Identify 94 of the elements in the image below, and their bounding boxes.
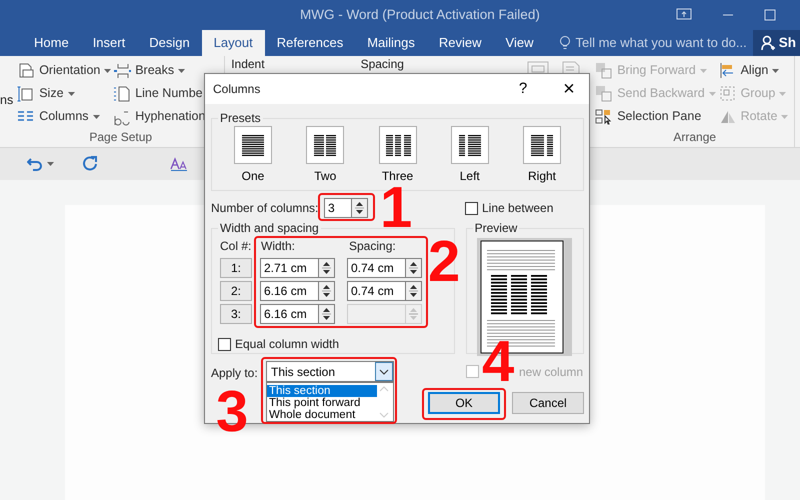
number-field[interactable]: 3 <box>324 198 351 218</box>
ribbon-tab[interactable]: Review <box>426 30 494 56</box>
spin-arrows-icon <box>409 307 418 321</box>
group-icon <box>718 84 737 102</box>
line-between-option[interactable]: Line between <box>465 199 584 217</box>
column-number-button[interactable]: 1: <box>220 258 252 278</box>
size-button[interactable]: Size <box>17 82 114 105</box>
preset-option[interactable]: One <box>234 126 272 185</box>
spin-arrows-icon <box>322 261 331 275</box>
ribbon-tab[interactable]: View <box>494 30 546 56</box>
spin-arrows-icon <box>322 284 331 298</box>
apply-to-dropdown[interactable]: This section <box>266 361 394 382</box>
person-icon <box>760 35 775 51</box>
share-button[interactable]: Sh <box>752 30 800 56</box>
help-button[interactable]: ? <box>515 78 531 100</box>
dropdown-option[interactable]: This section <box>267 385 377 397</box>
field-label: Number of columns: <box>211 200 320 217</box>
size-icon <box>17 84 36 102</box>
breaks-button[interactable]: Breaks <box>113 59 224 82</box>
ribbon-label: ns <box>0 92 14 109</box>
right-column-icon <box>523 126 561 164</box>
ribbon-tab[interactable]: Insert <box>80 30 138 56</box>
ribbon-tab[interactable]: Layout <box>202 30 265 56</box>
align-button[interactable]: Align <box>718 59 794 82</box>
column-header: Spacing: <box>348 238 396 255</box>
caret-icon[interactable] <box>47 162 54 166</box>
spin-control[interactable] <box>351 198 368 218</box>
step-number: 1 <box>380 186 412 230</box>
spin-arrows-icon <box>322 307 331 321</box>
column-number-button[interactable]: 3: <box>220 304 252 324</box>
dialog-button[interactable]: OK <box>428 392 500 414</box>
ribbon-tab[interactable]: Design <box>137 30 202 56</box>
line-numbers-icon <box>113 84 132 102</box>
breaks-icon <box>113 62 132 80</box>
orientation-icon <box>17 62 36 80</box>
checkbox[interactable] <box>218 338 231 350</box>
spin-control[interactable] <box>405 258 422 278</box>
preset-option[interactable]: Right <box>523 126 561 185</box>
spin-arrows-icon <box>409 284 418 298</box>
close-button[interactable]: × <box>559 79 579 99</box>
spin-control[interactable] <box>318 304 335 324</box>
panel-label: Width and spacing <box>219 221 320 235</box>
highlight-frame <box>318 193 375 221</box>
three-column-icon <box>378 126 416 164</box>
spin-control[interactable] <box>318 258 335 278</box>
selection-pane-button[interactable]: Selection Pane <box>595 105 719 128</box>
ribbon-display-icon[interactable] <box>676 8 692 22</box>
text-style-icon[interactable] <box>170 157 188 171</box>
left-column-icon <box>450 126 489 164</box>
send-backward-icon <box>595 84 614 102</box>
orientation-button[interactable]: Orientation <box>17 59 114 82</box>
checkbox[interactable] <box>465 202 478 214</box>
number-field[interactable]: 2.71 cm <box>260 258 318 278</box>
columns-button[interactable]: Columns <box>17 105 114 128</box>
spin-arrows-icon <box>355 201 364 215</box>
column-header: Col #: <box>220 238 252 255</box>
dialog-title: Columns <box>213 81 260 98</box>
spin-control[interactable] <box>405 281 422 301</box>
bring-forward-icon <box>595 62 614 80</box>
spin-control[interactable] <box>318 281 335 301</box>
option-label: new column <box>519 364 584 380</box>
dialog-button[interactable]: Cancel <box>512 392 584 414</box>
lightbulb-icon <box>559 35 572 51</box>
number-field[interactable]: 6.16 cm <box>260 304 318 324</box>
window-title: MWG - Word (Product Activation Failed) <box>300 6 540 24</box>
section-heading: Spacing <box>360 57 404 71</box>
field-label: Apply to: <box>211 365 259 382</box>
group-label: Arrange <box>672 129 718 146</box>
number-field[interactable]: 0.74 cm <box>347 258 405 278</box>
redo-icon[interactable] <box>82 156 98 172</box>
number-field[interactable]: 6.16 cm <box>260 281 318 301</box>
ribbon-tab[interactable]: Mailings <box>355 30 427 56</box>
undo-icon[interactable] <box>27 157 43 171</box>
step-number: 2 <box>428 240 460 284</box>
panel-label: Presets <box>219 111 262 125</box>
ribbon-tab[interactable]: References <box>264 30 356 56</box>
ribbon-tab[interactable]: Home <box>22 30 81 56</box>
spin-arrows-icon <box>409 261 418 275</box>
group-label: Page Setup <box>88 129 154 146</box>
preset-option[interactable]: Three <box>378 126 416 185</box>
column-number-button[interactable]: 2: <box>220 281 252 301</box>
preset-option[interactable]: Two <box>306 126 344 185</box>
two-column-icon <box>306 126 344 164</box>
equal-width-option[interactable]: Equal column width <box>218 335 448 353</box>
panel-label: Preview <box>474 221 518 235</box>
step-number: 3 <box>216 390 248 434</box>
selection-pane-icon <box>595 108 614 126</box>
section-heading: Indent <box>231 57 265 71</box>
maximize-icon[interactable] <box>764 9 776 21</box>
preset-option[interactable]: Left <box>450 126 489 185</box>
one-column-icon <box>234 126 272 164</box>
column-header: Width: <box>260 238 296 255</box>
number-field[interactable]: 0.74 cm <box>347 281 405 301</box>
tell-me-search[interactable]: Tell me what you want to do... <box>555 30 751 56</box>
